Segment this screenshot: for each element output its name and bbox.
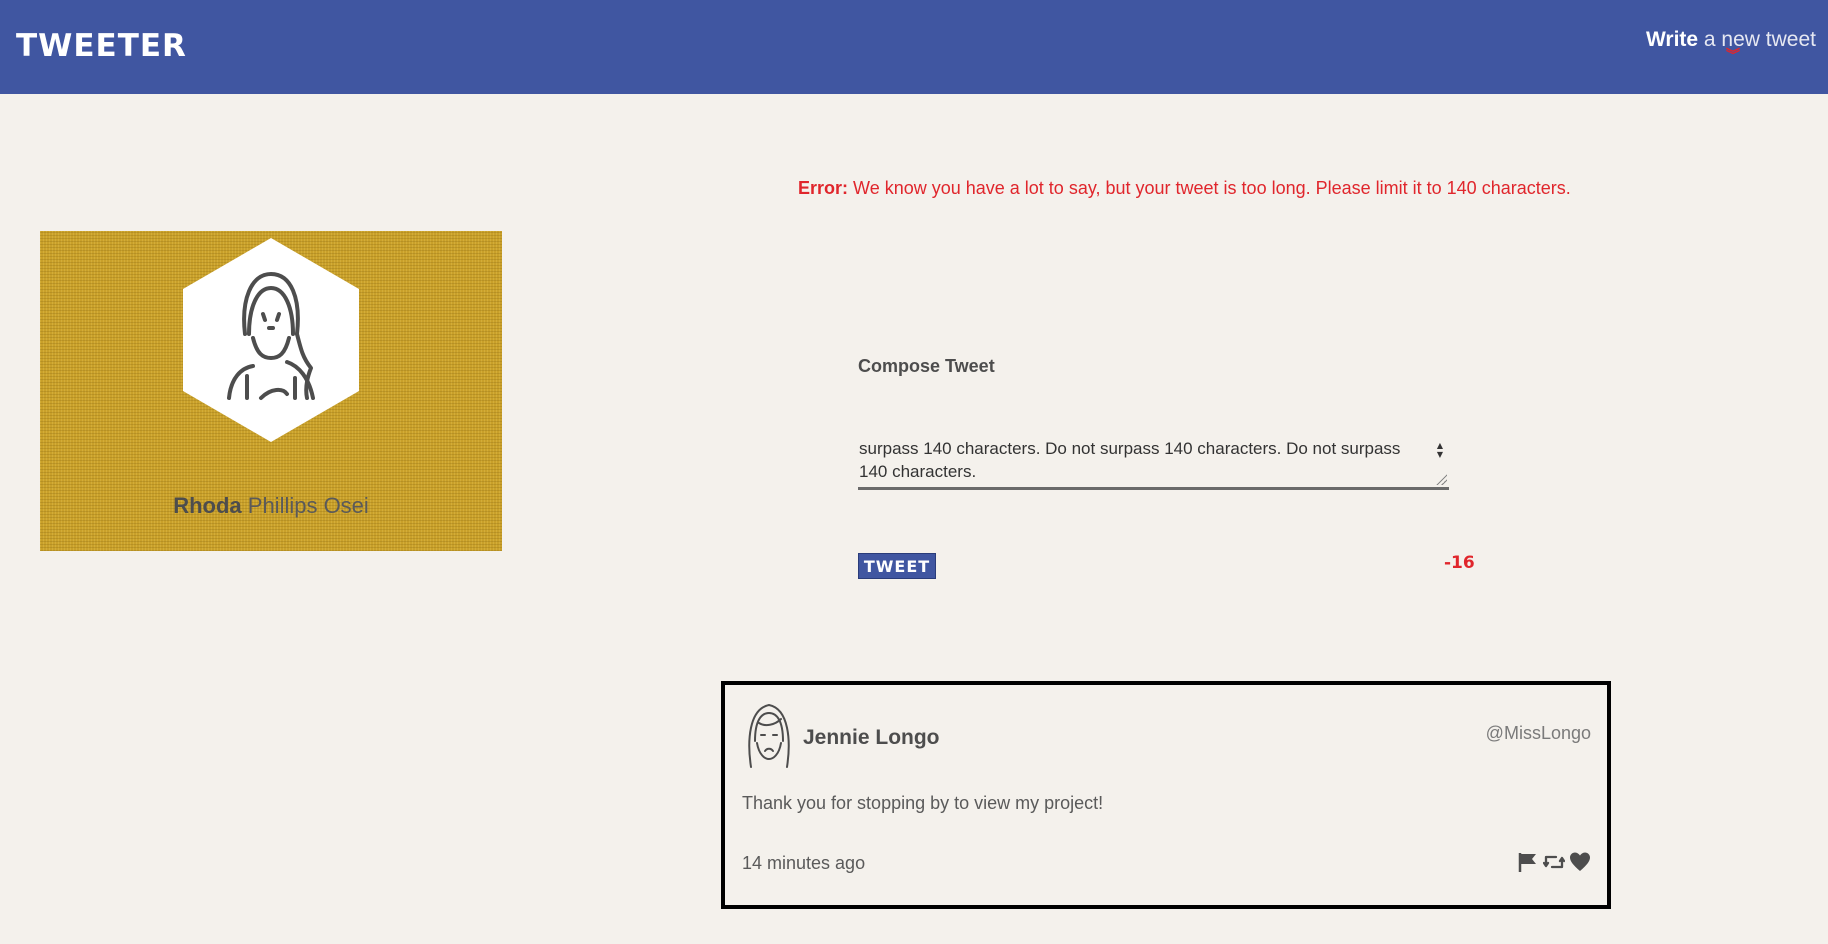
write-label: Write [1645,28,1699,51]
heart-icon[interactable] [1569,851,1591,873]
resize-handle-icon[interactable] [1435,473,1447,485]
author-avatar-icon [748,704,790,768]
compose-tweet-label: Compose Tweet [858,356,995,376]
tweet-content: Thank you for stopping by to view my pro… [742,793,1104,813]
nav-bar: TWEETER Write a new tweet ︾ [0,0,1828,94]
character-counter: -16 [1444,553,1475,573]
new-tweet-label: a new tweet [1703,28,1816,51]
tweet-actions [1517,851,1591,873]
retweet-icon[interactable] [1542,851,1566,873]
profile-name: Rhoda Phillips Osei [40,493,502,519]
flag-icon[interactable] [1517,851,1539,873]
user-avatar-icon [183,238,359,442]
tweet-article: Jennie Longo @MissLongo Thank you for st… [721,681,1611,909]
tweet-author-name: Jennie Longo [803,726,940,749]
tweet-text-value: surpass 140 characters. Do not surpass 1… [859,439,1401,481]
tweet-button[interactable]: TWEET [858,553,936,579]
error-text: We know you have a lot to say, but your … [853,178,1571,198]
error-label: Error: [798,178,849,198]
tweet-textarea[interactable]: surpass 140 characters. Do not surpass 1… [858,437,1449,490]
profile-card: Rhoda Phillips Osei [40,231,502,551]
brand-logo[interactable]: TWEETER [16,28,187,64]
scroll-arrows-icon[interactable]: ▲ ▼ [1435,441,1445,459]
profile-last-name: Phillips Osei [247,493,369,518]
profile-first-name: Rhoda [173,493,242,518]
error-message: Error: We know you have a lot to say, bu… [798,178,1571,199]
tweet-author-handle: @MissLongo [1485,723,1591,743]
tweet-timestamp: 14 minutes ago [742,853,866,873]
double-chevron-down-icon[interactable]: ︾ [1726,49,1740,63]
